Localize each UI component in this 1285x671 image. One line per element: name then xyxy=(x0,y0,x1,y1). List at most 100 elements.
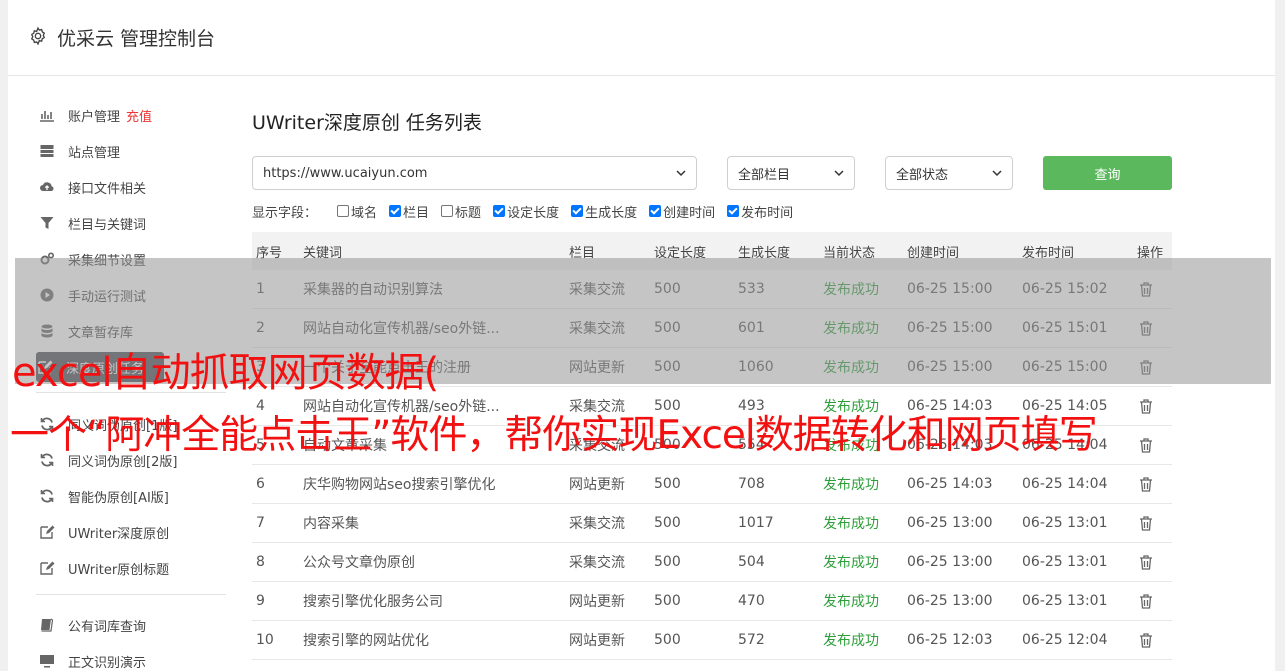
table-cell: 6 xyxy=(256,476,265,492)
checkbox-box[interactable] xyxy=(493,205,506,217)
book-icon xyxy=(38,616,56,634)
overlay-subheadline: 一个“阿冲全能点击王”软件，帮你实现Excel数据转化和网页填写 xyxy=(10,413,1098,458)
sidebar-item-15[interactable]: 正文识别演示 xyxy=(38,646,228,671)
table-row: 8 公众号文章伪原创 采集交流 500 504 发布成功 06-25 13:00 06-25 … xyxy=(252,543,1172,582)
status-select[interactable]: 全部状态 xyxy=(885,156,1013,190)
table-cell: 网站更新 xyxy=(569,477,625,493)
table-cell: 10 xyxy=(256,632,274,648)
field-checkbox-3[interactable]: 标题 xyxy=(441,202,481,221)
table-cell: 1017 xyxy=(738,515,774,531)
table-cell: 504 xyxy=(738,554,765,570)
sidebar-item-label: UWriter原创标题 xyxy=(68,562,170,578)
field-checkbox-2[interactable]: 栏目 xyxy=(389,202,429,221)
bar-chart-icon xyxy=(38,106,56,124)
checkbox-box[interactable] xyxy=(571,205,584,217)
table-cell: 06-25 13:00 xyxy=(907,554,993,570)
checkbox-box[interactable] xyxy=(389,205,402,217)
table-cell: 8 xyxy=(256,554,265,570)
field-checkbox-4[interactable]: 设定长度 xyxy=(493,202,559,221)
table-cell: 采集交流 xyxy=(569,555,625,571)
field-checkbox-6[interactable]: 创建时间 xyxy=(649,202,715,221)
sidebar-item-13[interactable]: UWriter原创标题 xyxy=(38,553,228,583)
chevron-down-icon xyxy=(676,170,686,177)
table-row: 7 内容采集 采集交流 500 1017 发布成功 06-25 13:00 06-25 13:… xyxy=(252,504,1172,543)
checkbox-label: 生成长度 xyxy=(585,205,638,221)
site-select[interactable]: https://www.ucaiyun.com xyxy=(252,156,697,190)
checkbox-box[interactable] xyxy=(337,205,350,217)
table-cell: 708 xyxy=(738,476,765,492)
trash-icon xyxy=(1140,515,1152,531)
table-cell: 500 xyxy=(654,515,681,531)
table-cell: 采集交流 xyxy=(569,516,625,532)
table-cell: 500 xyxy=(654,554,681,570)
gear-icon xyxy=(30,26,46,46)
sidebar-item-2[interactable]: 站点管理 xyxy=(38,136,228,166)
overlay-headline: excel自动抓取网页数据( xyxy=(12,350,439,396)
sidebar-item-label: 站点管理 xyxy=(68,145,121,161)
table-cell: 06-25 14:03 xyxy=(907,476,993,492)
table-cell: 庆华购物网站seo搜索引擎优化 xyxy=(303,477,496,493)
trash-icon xyxy=(1140,398,1152,414)
delete-button[interactable] xyxy=(1138,504,1154,542)
checkbox-box[interactable] xyxy=(649,205,662,217)
table-cell: 06-25 13:00 xyxy=(907,515,993,531)
sidebar-item-4[interactable]: 栏目与关键词 xyxy=(38,208,228,238)
checkbox-label: 栏目 xyxy=(403,205,430,221)
checkbox-box[interactable] xyxy=(727,205,740,217)
display-fields-label: 显示字段： xyxy=(252,205,318,221)
delete-button[interactable] xyxy=(1138,543,1154,581)
delete-button[interactable] xyxy=(1138,426,1154,464)
chevron-down-icon xyxy=(834,170,844,177)
sidebar-item-label: UWriter深度原创 xyxy=(68,526,170,542)
delete-button[interactable] xyxy=(1138,582,1154,620)
checkbox-label: 发布时间 xyxy=(741,205,794,221)
table-cell: 发布成功 xyxy=(823,516,879,532)
display-fields: 显示字段： 域名 栏目 标题 设定长度 生成长度 创建时间 发布时间 xyxy=(252,201,805,221)
sidebar-item-14[interactable]: 公有词库查询 xyxy=(38,610,228,640)
table-cell: 06-25 14:04 xyxy=(1022,476,1108,492)
sidebar-item-label: 账户管理 xyxy=(68,109,121,125)
table-cell: 发布成功 xyxy=(823,594,879,610)
table-cell: 发布成功 xyxy=(823,633,879,649)
chevron-down-icon xyxy=(992,170,1002,177)
table-cell: 9 xyxy=(256,593,265,609)
table-cell: 06-25 12:04 xyxy=(1022,632,1108,648)
site-select-value: https://www.ucaiyun.com xyxy=(263,165,428,181)
field-checkbox-5[interactable]: 生成长度 xyxy=(571,202,637,221)
category-select[interactable]: 全部栏目 xyxy=(727,156,855,190)
table-row: 10 搜索引擎的网站优化 网站更新 500 572 发布成功 06-25 12:03 06-2… xyxy=(252,621,1172,660)
monitor-icon xyxy=(38,652,56,670)
delete-button[interactable] xyxy=(1138,387,1154,425)
trash-icon xyxy=(1140,476,1152,492)
delete-button[interactable] xyxy=(1138,465,1154,503)
delete-button[interactable] xyxy=(1138,621,1154,659)
table-cell: 搜索引擎优化服务公司 xyxy=(303,594,443,610)
table-cell: 06-25 13:01 xyxy=(1022,515,1108,531)
sidebar-item-11[interactable]: 智能伪原创[AI版] xyxy=(38,481,228,511)
recharge-link[interactable]: 充值 xyxy=(126,106,152,125)
sidebar-item-1[interactable]: 账户管理 充值 xyxy=(38,100,228,130)
table-cell: 发布成功 xyxy=(823,477,879,493)
checkbox-label: 标题 xyxy=(455,205,482,221)
sidebar-item-3[interactable]: 接口文件相关 xyxy=(38,172,228,202)
table-cell: 06-25 13:01 xyxy=(1022,554,1108,570)
trash-icon xyxy=(1140,554,1152,570)
page-title: UWriter深度原创 任务列表 xyxy=(252,112,482,134)
trash-icon xyxy=(1140,437,1152,453)
trash-icon xyxy=(1140,593,1152,609)
table-cell: 网站更新 xyxy=(569,594,625,610)
table-cell: 内容采集 xyxy=(303,516,359,532)
table-cell: 06-25 13:00 xyxy=(907,593,993,609)
query-button[interactable]: 查询 xyxy=(1043,156,1172,190)
table-cell: 发布成功 xyxy=(823,555,879,571)
sidebar-item-label: 正文识别演示 xyxy=(68,655,147,671)
field-checkbox-7[interactable]: 发布时间 xyxy=(727,202,793,221)
table-row: 9 搜索引擎优化服务公司 网站更新 500 470 发布成功 06-25 13:00 06-2… xyxy=(252,582,1172,621)
table-cell: 7 xyxy=(256,515,265,531)
checkbox-label: 设定长度 xyxy=(507,205,560,221)
sidebar-item-12[interactable]: UWriter深度原创 xyxy=(38,517,228,547)
checkbox-box[interactable] xyxy=(441,205,454,217)
checkbox-label: 域名 xyxy=(351,205,378,221)
console-title: 优采云 管理控制台 xyxy=(57,28,216,50)
field-checkbox-1[interactable]: 域名 xyxy=(337,202,377,221)
